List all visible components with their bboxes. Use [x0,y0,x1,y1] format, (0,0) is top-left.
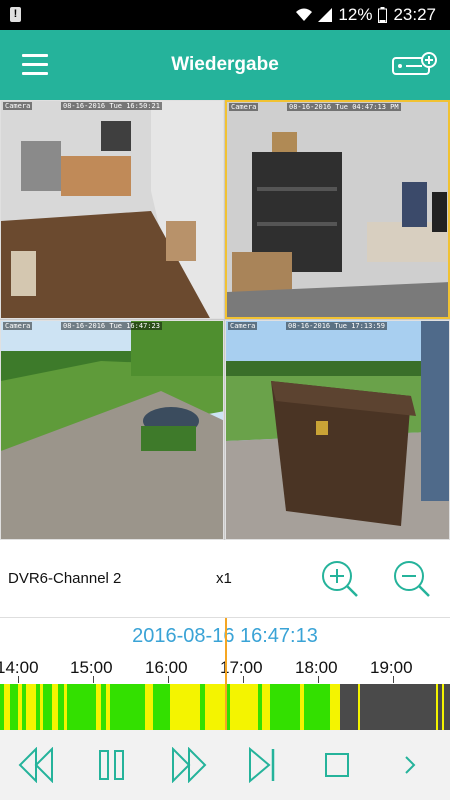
battery-percent: 12% [338,5,373,24]
app-bar: Wiedergabe [0,30,450,100]
camera-label: Camera [3,102,33,110]
camera-label: Camera [3,322,33,330]
wifi-icon [296,8,313,21]
camera-grid: Camera 08-16-2016 Tue 16:50:21 Camera 08… [0,100,450,540]
camera-label: Camera [228,322,258,330]
hour-tick [93,676,94,683]
playback-info: DVR6-Channel 2 x1 [0,540,450,618]
camera-tile-3[interactable]: Camera 08-16-2016 Tue 16:47:23 [0,320,224,540]
hour-label: 19:00 [370,658,413,677]
chevron-right-icon[interactable] [403,755,417,775]
playback-speed: x1 [216,570,232,587]
camera-label: Camera [229,103,259,111]
camera-view-parking [1,321,223,539]
camera-view-warehouse [227,102,448,317]
hour-label: 16:00 [145,658,188,677]
camera-timestamp: 08-16-2016 Tue 04:47:13 PM [287,103,401,111]
signal-icon [318,8,333,22]
pause-icon[interactable] [98,747,126,783]
rewind-icon[interactable] [18,747,56,783]
playhead-cursor[interactable] [225,618,227,730]
page-title: Wiedergabe [171,54,279,75]
zoom-out-icon[interactable] [392,559,432,599]
status-bar: ! 12% 23:27 [0,0,450,30]
camera-tile-4[interactable]: Camera 08-16-2016 Tue 17:13:59 [225,320,450,540]
battery-icon [378,7,388,23]
zoom-in-icon[interactable] [320,559,360,599]
camera-tile-2[interactable]: Camera 08-16-2016 Tue 04:47:13 PM [225,100,450,319]
fast-forward-icon[interactable] [169,747,207,783]
camera-timestamp: 08-16-2016 Tue 16:47:23 [61,322,162,330]
hour-tick [243,676,244,683]
camera-view-office [1,101,223,318]
camera-timestamp: 08-16-2016 Tue 16:50:21 [61,102,162,110]
playback-controls [0,730,450,800]
hour-tick [18,676,19,683]
hour-tick [393,676,394,683]
hour-tick [168,676,169,683]
notification-alert-icon: ! [10,7,21,22]
skip-next-icon[interactable] [247,747,277,783]
timeline[interactable]: 2016-08-16 16:47:13 14:00 15:00 16:00 17… [0,618,450,730]
dvr-add-icon[interactable] [392,52,438,78]
hour-tick [318,676,319,683]
channel-name: DVR6-Channel 2 [8,570,122,587]
stop-icon[interactable] [324,752,350,778]
hour-label: 15:00 [70,658,113,677]
status-bar-right: 12% 23:27 [296,5,436,25]
camera-tile-1[interactable]: Camera 08-16-2016 Tue 16:50:21 [0,100,224,319]
hour-label: 14:00 [0,658,39,677]
hour-label: 18:00 [295,658,338,677]
camera-view-delivery-truck [226,321,449,539]
clock: 23:27 [393,5,436,24]
camera-timestamp: 08-16-2016 Tue 17:13:59 [286,322,387,330]
